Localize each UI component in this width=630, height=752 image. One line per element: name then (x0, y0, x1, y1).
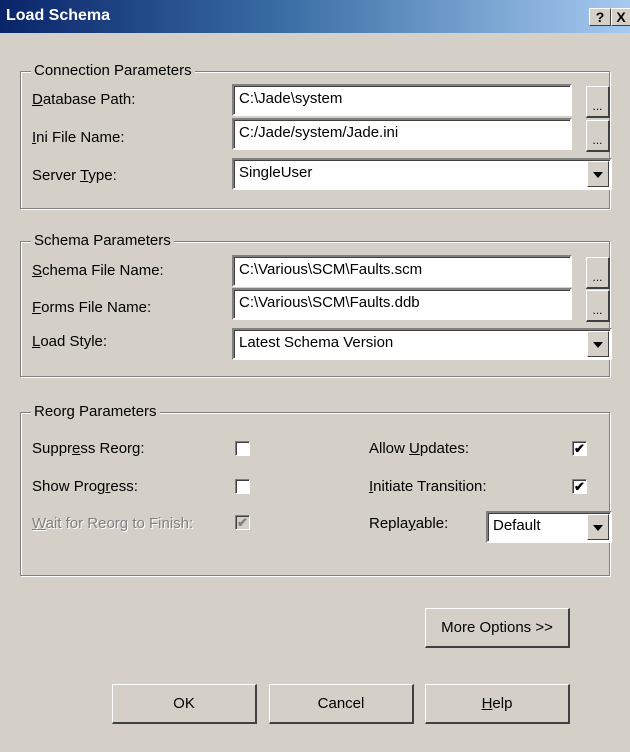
replayable-dropdown[interactable]: Default (486, 511, 612, 543)
show-progress-checkbox[interactable] (235, 479, 250, 494)
connection-legend: Connection Parameters (31, 62, 195, 79)
replayable-label: Replayable: (369, 515, 449, 532)
schema-file-name-input[interactable]: C:\Various\SCM\Faults.scm (232, 255, 572, 287)
show-progress-label: Show Progress: (32, 478, 138, 495)
load-style-label: Load Style: (32, 333, 108, 350)
initiate-transition-label: Initiate Transition: (369, 478, 487, 495)
initiate-transition-checkbox[interactable]: ✔ (572, 479, 587, 494)
more-options-button[interactable]: More Options >> (425, 608, 570, 648)
allow-updates-label: Allow Updates: (369, 440, 470, 457)
schema-file-name-label: Schema File Name: (32, 262, 164, 279)
schema-file-browse-button[interactable]: ... (586, 257, 610, 289)
title-bar: Load Schema ? X (0, 0, 630, 33)
server-type-label: Server Type: (32, 167, 117, 184)
load-schema-dialog: Load Schema ? X Connection Parameters Da… (0, 0, 630, 752)
close-title-button[interactable]: X (611, 8, 630, 26)
cancel-button[interactable]: Cancel (269, 684, 414, 724)
load-style-dropdown[interactable]: Latest Schema Version (232, 328, 612, 360)
database-path-label: Database Path: (32, 91, 136, 108)
ini-file-name-label: Ini File Name: (32, 129, 125, 146)
allow-updates-checkbox[interactable]: ✔ (572, 441, 587, 456)
server-type-value: SingleUser (239, 164, 313, 181)
suppress-reorg-checkbox[interactable] (235, 441, 250, 456)
suppress-reorg-label: Suppress Reorg: (32, 440, 145, 457)
database-path-input[interactable]: C:\Jade\system (232, 84, 572, 116)
server-type-dropdown[interactable]: SingleUser (232, 158, 612, 190)
load-style-value: Latest Schema Version (239, 334, 394, 351)
schema-legend: Schema Parameters (31, 232, 174, 249)
help-title-button[interactable]: ? (589, 8, 611, 26)
ok-button[interactable]: OK (112, 684, 257, 724)
reorg-legend: Reorg Parameters (31, 403, 160, 420)
help-button[interactable]: Help (425, 684, 570, 724)
wait-for-reorg-checkbox: ✔ (235, 515, 250, 530)
wait-for-reorg-label: Wait for Reorg to Finish: (32, 515, 194, 532)
ini-file-browse-button[interactable]: ... (586, 120, 610, 152)
forms-file-name-label: Forms File Name: (32, 299, 152, 316)
forms-file-browse-button[interactable]: ... (586, 290, 610, 322)
chevron-down-icon[interactable] (587, 514, 609, 540)
chevron-down-icon[interactable] (587, 331, 609, 357)
ini-file-name-input[interactable]: C:/Jade/system/Jade.ini (232, 118, 572, 150)
window-title: Load Schema (6, 7, 111, 24)
chevron-down-icon[interactable] (587, 161, 609, 187)
database-path-browse-button[interactable]: ... (586, 86, 610, 118)
forms-file-name-input[interactable]: C:\Various\SCM\Faults.ddb (232, 288, 572, 320)
replayable-value: Default (493, 517, 541, 534)
